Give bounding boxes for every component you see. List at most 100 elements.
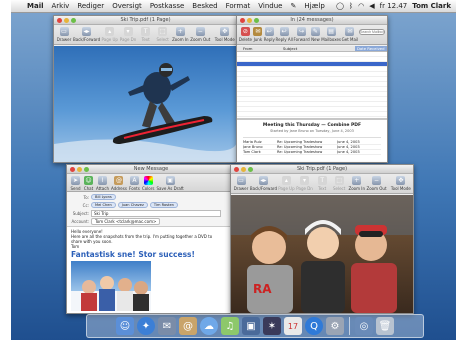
ichat-status-icon[interactable]: ◯ [336, 2, 344, 10]
delete-button[interactable]: ⊘ Delete [239, 27, 252, 42]
menu-rediger[interactable]: Rediger [73, 2, 108, 10]
column-from[interactable]: From [237, 46, 283, 51]
zoom-button[interactable] [254, 17, 259, 23]
preview-dock-icon[interactable]: ◎ [355, 317, 373, 335]
itunes-dock-icon[interactable]: ♫ [221, 317, 239, 335]
back-forward-button[interactable]: ◂▸ Back/Forward [250, 176, 277, 191]
page-up-button[interactable]: ▴ Page Up [102, 27, 118, 42]
close-button[interactable] [57, 17, 62, 23]
search-input[interactable] [359, 29, 385, 35]
script-menu-icon[interactable]: ✎ [286, 2, 300, 10]
page-up-button[interactable]: ▴ Page Up [278, 176, 295, 191]
column-date[interactable]: Date Received [355, 46, 387, 51]
close-button[interactable] [240, 17, 245, 23]
menu-arkiv[interactable]: Arkiv [48, 2, 74, 10]
zoom-button[interactable] [71, 17, 76, 23]
address-book-dock-icon[interactable]: @ [179, 317, 197, 335]
zoom-in-icon: + [352, 176, 362, 185]
minimize-button[interactable] [77, 166, 82, 172]
zoom-button[interactable] [84, 166, 89, 172]
system-preferences-dock-icon[interactable]: ⚙ [326, 317, 344, 335]
get-mail-button[interactable]: ✉ Get Mail [342, 27, 358, 42]
menu-bar: Mail Arkiv Rediger Oversigt Postkasse Be… [11, 0, 456, 13]
zoom-in-button[interactable]: + Zoom In [348, 176, 365, 191]
preview-top-titlebar[interactable]: Ski Trip.pdf (1 Page) [54, 16, 237, 25]
menu-oversigt[interactable]: Oversigt [108, 2, 146, 10]
clock[interactable]: fr 12.47 [380, 2, 408, 10]
back-forward-button[interactable]: ◂▸ Back/Forward [73, 27, 100, 42]
volume-icon[interactable]: ◀ [369, 2, 374, 10]
mail-dock-icon[interactable]: ✉ [158, 317, 176, 335]
quicktime-dock-icon[interactable]: Q [305, 317, 323, 335]
finder-dock-icon[interactable]: ☺ [116, 317, 134, 335]
snowboarder-illustration [54, 63, 237, 162]
chat-button[interactable]: ☺ Chat [83, 176, 94, 191]
to-recipient-chip[interactable]: Bill Lyons [91, 194, 116, 200]
safari-dock-icon[interactable]: ✦ [137, 317, 155, 335]
mailboxes-button[interactable]: ▤ Mailboxes [321, 27, 341, 42]
trash-dock-icon[interactable]: 🗑 [376, 317, 394, 335]
minimize-button[interactable] [241, 166, 246, 172]
colors-button[interactable]: Colors [142, 176, 154, 191]
bluetooth-icon[interactable]: ᛒ [349, 2, 353, 10]
attach-button[interactable]: ⌇ Attach [96, 176, 109, 191]
menu-postkasse[interactable]: Postkasse [146, 2, 188, 10]
text-tool-button[interactable]: T Text [139, 27, 153, 42]
compose-body[interactable]: Hello everyone! Here are all the snapsho… [67, 227, 235, 313]
iphoto-dock-icon[interactable]: ▣ [242, 317, 260, 335]
menu-format[interactable]: Format [222, 2, 255, 10]
cc-recipient-chip[interactable]: Mei Chen [91, 202, 116, 208]
menu-hjaelp[interactable]: Hjælp [300, 2, 328, 10]
column-subject[interactable]: Subject [283, 46, 355, 51]
drawer-button[interactable]: ▭ Drawer [234, 176, 248, 191]
send-button[interactable]: ➤ Send [70, 176, 81, 191]
ichat-dock-icon[interactable]: ☁ [200, 317, 218, 335]
ical-dock-icon[interactable]: 17 [284, 317, 302, 335]
thread-list[interactable]: Maria Ruiz Re: Upcoming Tradeshow June 4, … [243, 140, 381, 155]
address-button[interactable]: @ Address [111, 176, 127, 191]
text-tool-button[interactable]: T Text [315, 176, 329, 191]
new-message-button[interactable]: ✎ New [310, 27, 320, 42]
cc-recipient-chip[interactable]: Juan Chavez [117, 202, 148, 208]
compose-titlebar[interactable]: New Message [67, 165, 235, 174]
window-title: Ski Trip.pdf (1 Page) [296, 166, 348, 172]
message-list[interactable] [237, 52, 387, 118]
menu-mail[interactable]: Mail [23, 2, 48, 10]
zoom-out-button[interactable]: − Zoom Out [190, 27, 210, 42]
subject-field[interactable]: Ski Trip [91, 209, 221, 217]
zoom-button[interactable] [248, 166, 253, 172]
user-name[interactable]: Tom Clark [412, 2, 451, 10]
forward-button[interactable]: ↪ Forward [294, 27, 310, 42]
select-tool-button[interactable]: ⬚ Select [332, 176, 346, 191]
reply-button[interactable]: ↩ Reply [264, 27, 275, 42]
airport-icon[interactable]: ◠ [358, 2, 364, 10]
account-select[interactable]: Tom Clark <tclark@mac.com> [91, 217, 161, 225]
fonts-button[interactable]: A Fonts [129, 176, 140, 191]
select-tool-button[interactable]: ⬚ Select [156, 27, 170, 42]
close-button[interactable] [70, 166, 75, 172]
menu-vindue[interactable]: Vindue [254, 2, 286, 10]
page-down-button[interactable]: ▾ Page Dn [120, 27, 136, 42]
preview-bottom-titlebar[interactable]: Ski Trip.pdf (1 Page) [231, 165, 413, 174]
minimize-button[interactable] [64, 17, 69, 23]
close-button[interactable] [234, 166, 239, 172]
compose-window: New Message ➤ Send ☺ Chat ⌇ Attach @ Address… [66, 164, 236, 314]
message-row[interactable] [237, 112, 387, 117]
save-draft-button[interactable]: ▣ Save As Draft [156, 176, 184, 191]
mail-viewer-titlebar[interactable]: In (24 messages) [237, 16, 387, 25]
tool-mode-button[interactable]: ✥ Tool Mode [391, 176, 411, 191]
dock: ☺ ✦ ✉ @ ☁ ♫ ▣ ✶ 17 Q ⚙ ◎ 🗑 [86, 314, 424, 338]
zoom-in-button[interactable]: + Zoom In [172, 27, 189, 42]
tool-mode-icon: ✥ [220, 27, 230, 36]
reply-all-button[interactable]: ↩ Reply All [276, 27, 293, 42]
cc-recipient-chip[interactable]: Tim Rosten [149, 202, 178, 208]
drawer-button[interactable]: ▭ Drawer [57, 27, 71, 42]
thread-row[interactable]: Tom Clark Re: Upcoming Tradeshow June 4, 2… [243, 150, 381, 155]
tool-mode-button[interactable]: ✥ Tool Mode [215, 27, 235, 42]
menu-besked[interactable]: Besked [188, 2, 221, 10]
zoom-out-button[interactable]: − Zoom Out [366, 176, 387, 191]
imovie-dock-icon[interactable]: ✶ [263, 317, 281, 335]
page-down-button[interactable]: ▾ Page Dn [296, 176, 313, 191]
minimize-button[interactable] [247, 17, 252, 23]
junk-button[interactable]: ✉ Junk [253, 27, 263, 42]
